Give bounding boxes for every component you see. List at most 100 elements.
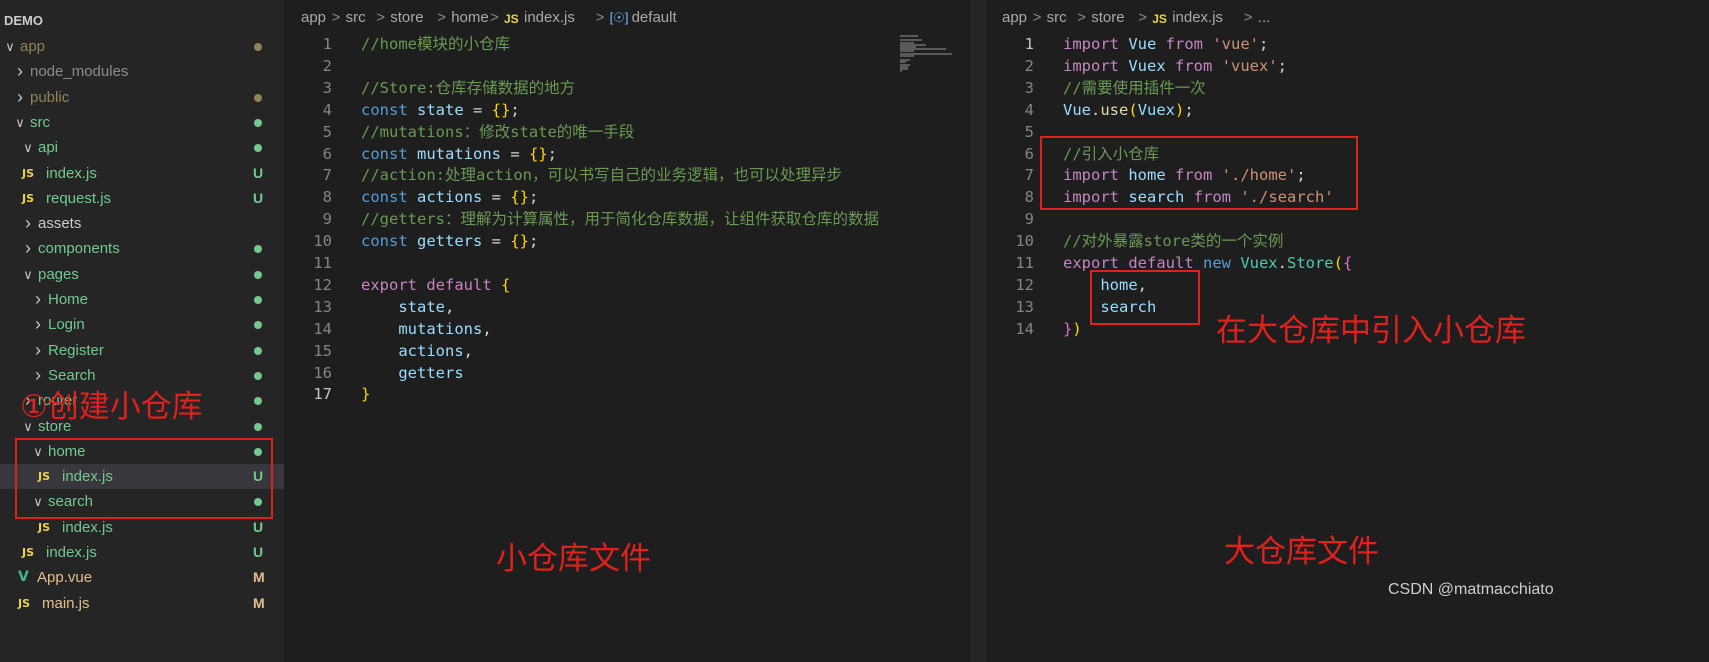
explorer-sidebar: DEMO ∨ app › node_modules › public ∨ src ∨ api JS i… — [0, 0, 284, 662]
line-number: 3 — [322, 78, 332, 97]
code-line[interactable]: //getters：理解为计算属性，用于简化仓库数据，让组件获取仓库的数据 — [361, 208, 879, 230]
line-number: 14 — [1015, 319, 1034, 338]
breadcrumb-item[interactable]: src — [1047, 9, 1067, 26]
code-token: import — [1063, 56, 1129, 75]
chevron-right-icon[interactable]: › — [32, 312, 44, 337]
tree-item-assets[interactable]: › assets — [0, 211, 284, 236]
tree-item-app[interactable]: ∨ app — [0, 34, 284, 59]
code-line[interactable]: //mutations：修改state的唯一手段 — [361, 121, 634, 143]
code-line[interactable]: getters — [361, 362, 463, 384]
highlight-box-store-folders — [15, 438, 273, 519]
line-number: 3 — [1024, 78, 1034, 97]
code-token: ; — [529, 232, 539, 251]
git-status-badge: U — [253, 164, 264, 181]
breadcrumb-item[interactable]: src — [346, 9, 366, 26]
code-line[interactable]: actions, — [361, 340, 473, 362]
chevron-right-icon[interactable]: › — [32, 338, 44, 363]
tree-item-pages[interactable]: ∨ pages — [0, 262, 284, 287]
tree-item-index-js[interactable]: JS index.js U — [0, 161, 284, 186]
code-token: {} — [510, 232, 529, 251]
chevron-right-icon[interactable]: › — [14, 85, 26, 110]
code-line[interactable]: const mutations = {}; — [361, 143, 557, 165]
minimap[interactable] — [900, 35, 970, 75]
code-line[interactable]: Vue.use(Vuex); — [1063, 99, 1194, 121]
line-number: 2 — [1024, 56, 1034, 75]
code-token: , — [445, 297, 455, 316]
breadcrumb-item[interactable]: default — [632, 9, 677, 26]
code-token: = — [482, 232, 511, 251]
tree-item-label: Register — [48, 341, 104, 359]
code-line[interactable]: //Store:仓库存储数据的地方 — [361, 77, 575, 99]
breadcrumb-item[interactable]: ... — [1258, 9, 1271, 26]
tree-item-components[interactable]: › components — [0, 236, 284, 261]
javascript-file-icon: JS — [18, 596, 31, 610]
breadcrumb-item[interactable]: store — [390, 9, 423, 26]
git-status-badge: M — [253, 594, 265, 611]
chevron-down-icon[interactable]: ∨ — [14, 110, 26, 135]
code-line[interactable]: }) — [1063, 318, 1082, 340]
line-number: 10 — [1015, 232, 1034, 251]
line-number: 1 — [1024, 35, 1034, 53]
line-number: 9 — [1024, 210, 1034, 229]
breadcrumb-item[interactable]: index.js — [524, 9, 575, 26]
code-token: export — [361, 275, 427, 294]
tree-item-login[interactable]: › Login — [0, 312, 284, 337]
code-token: default — [426, 275, 501, 294]
breadcrumb-item[interactable]: app — [301, 9, 326, 26]
code-token: , — [482, 319, 492, 338]
chevron-down-icon[interactable]: ∨ — [4, 34, 16, 59]
breadcrumb-item[interactable]: home — [451, 9, 489, 26]
javascript-file-icon: JS — [504, 12, 519, 26]
line-number: 1 — [322, 35, 332, 53]
code-line[interactable]: const getters = {}; — [361, 230, 538, 252]
watermark: CSDN @matmacchiato — [1388, 581, 1554, 598]
chevron-down-icon[interactable]: ∨ — [22, 262, 34, 287]
line-number: 5 — [1024, 122, 1034, 141]
breadcrumb-item[interactable]: index.js — [1172, 9, 1223, 26]
vue-file-icon: V — [18, 569, 29, 586]
code-line[interactable]: //需要使用插件一次 — [1063, 77, 1206, 99]
code-token: ( — [1333, 254, 1343, 272]
code-token: ; — [1259, 35, 1269, 53]
minimap-line — [900, 70, 902, 73]
breadcrumb-item[interactable]: store — [1091, 9, 1124, 26]
code-token: const — [361, 100, 417, 119]
code-token: //mutations：修改state的唯一手段 — [361, 122, 635, 141]
code-line[interactable]: const actions = {}; — [361, 186, 538, 208]
code-token: Vue — [1063, 100, 1091, 119]
editor-split-divider[interactable] — [970, 0, 986, 662]
chevron-down-icon[interactable]: ∨ — [22, 135, 34, 160]
code-token: = — [463, 100, 492, 119]
tree-item-home[interactable]: › Home — [0, 287, 284, 312]
code-line[interactable]: import Vue from 'vue'; — [1063, 33, 1268, 55]
tree-item-node-modules[interactable]: › node_modules — [0, 59, 284, 84]
code-token: //home模块的小仓库 — [361, 35, 510, 53]
tree-item-register[interactable]: › Register — [0, 338, 284, 363]
code-line[interactable]: import Vuex from 'vuex'; — [1063, 55, 1287, 77]
git-status-dot — [254, 346, 262, 355]
chevron-right-icon[interactable]: › — [22, 236, 34, 261]
tree-item-app-vue[interactable]: V App.vue M — [0, 565, 284, 590]
tree-item-index-js[interactable]: JS index.js U — [0, 540, 284, 565]
code-line[interactable]: //对外暴露store类的一个实例 — [1063, 230, 1283, 252]
code-line[interactable]: export default { — [361, 274, 510, 296]
tree-item-main-js[interactable]: JS main.js M — [0, 591, 284, 616]
code-line[interactable]: //home模块的小仓库 — [361, 33, 510, 55]
annotation-big-store-file: 大仓库文件 — [1224, 534, 1379, 570]
code-line[interactable]: const state = {}; — [361, 99, 520, 121]
tree-item-label: public — [30, 88, 70, 106]
code-line[interactable]: //action:处理action，可以书写自己的业务逻辑，也可以处理异步 — [361, 164, 842, 186]
tree-item-request-js[interactable]: JS request.js U — [0, 186, 284, 211]
tree-item-label: index.js — [46, 544, 97, 561]
code-line[interactable]: } — [361, 383, 370, 405]
chevron-right-icon[interactable]: › — [22, 211, 34, 236]
code-line[interactable]: state, — [361, 296, 454, 318]
chevron-right-icon[interactable]: › — [32, 287, 44, 312]
tree-item-api[interactable]: ∨ api — [0, 135, 284, 160]
chevron-right-icon[interactable]: › — [14, 59, 26, 84]
tree-item-public[interactable]: › public — [0, 85, 284, 110]
code-line[interactable]: mutations, — [361, 318, 492, 340]
breadcrumb-item[interactable]: app — [1002, 9, 1027, 26]
symbol-variable-icon: [☉] — [609, 10, 629, 25]
tree-item-src[interactable]: ∨ src — [0, 110, 284, 135]
